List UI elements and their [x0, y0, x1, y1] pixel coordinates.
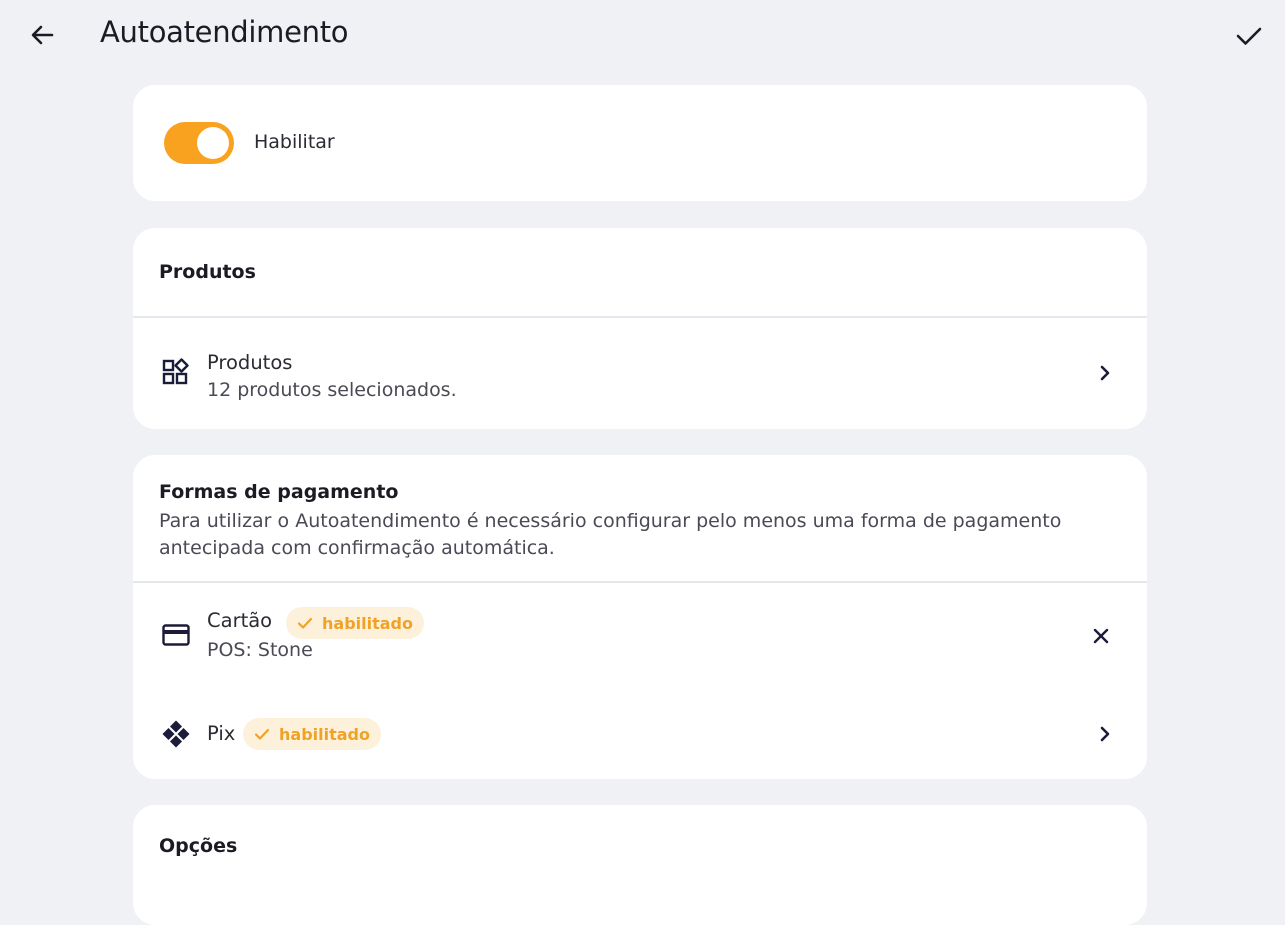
options-section-title: Opções — [159, 835, 238, 857]
arrow-left-icon — [31, 25, 54, 45]
check-icon — [1236, 27, 1262, 45]
payment-methods-card: Formas de pagamento Para utilizar o Auto… — [133, 455, 1147, 779]
products-row-title: Produtos — [207, 351, 293, 374]
payment-method-subtitle: POS: Stone — [207, 639, 313, 661]
payment-method-title: Cartão — [207, 609, 273, 632]
options-card: Opções — [133, 805, 1147, 925]
top-app-bar: Autoatendimento — [0, 0, 1285, 70]
payment-section-title: Formas de pagamento — [159, 481, 399, 503]
status-badge-label: habilitado — [279, 724, 370, 744]
products-row[interactable]: Produtos 12 produtos selecionados. — [133, 318, 1147, 429]
products-row-subtitle: 12 produtos selecionados. — [207, 379, 457, 401]
enable-toggle[interactable] — [164, 122, 234, 164]
chevron-right-icon[interactable] — [1092, 721, 1118, 747]
widgets-icon — [162, 358, 189, 385]
products-section-title: Produtos — [159, 261, 256, 283]
check-icon — [254, 728, 270, 740]
status-badge: habilitado — [243, 718, 381, 750]
back-button[interactable] — [26, 20, 58, 52]
check-icon — [297, 617, 313, 629]
page-title: Autoatendimento — [100, 15, 349, 49]
status-badge: habilitado — [286, 607, 424, 639]
payment-method-title: Pix — [207, 722, 236, 745]
toggle-knob — [197, 127, 229, 159]
confirm-button[interactable] — [1233, 20, 1265, 52]
enable-label: Habilitar — [254, 131, 335, 153]
chevron-right-icon[interactable] — [1092, 360, 1118, 386]
payment-method-card-row[interactable]: Cartão habilitado POS: Stone — [133, 583, 1147, 688]
credit-card-icon — [162, 624, 190, 646]
products-card: Produtos Produtos 12 produtos selecionad… — [133, 228, 1147, 429]
payment-section-description: Para utilizar o Autoatendimento é necess… — [159, 510, 1062, 559]
payment-method-pix-row[interactable]: Pix habilitado — [133, 688, 1147, 779]
close-icon[interactable] — [1088, 623, 1114, 649]
pix-icon — [162, 720, 190, 748]
status-badge-label: habilitado — [322, 613, 413, 633]
enable-card: Habilitar — [133, 85, 1147, 201]
